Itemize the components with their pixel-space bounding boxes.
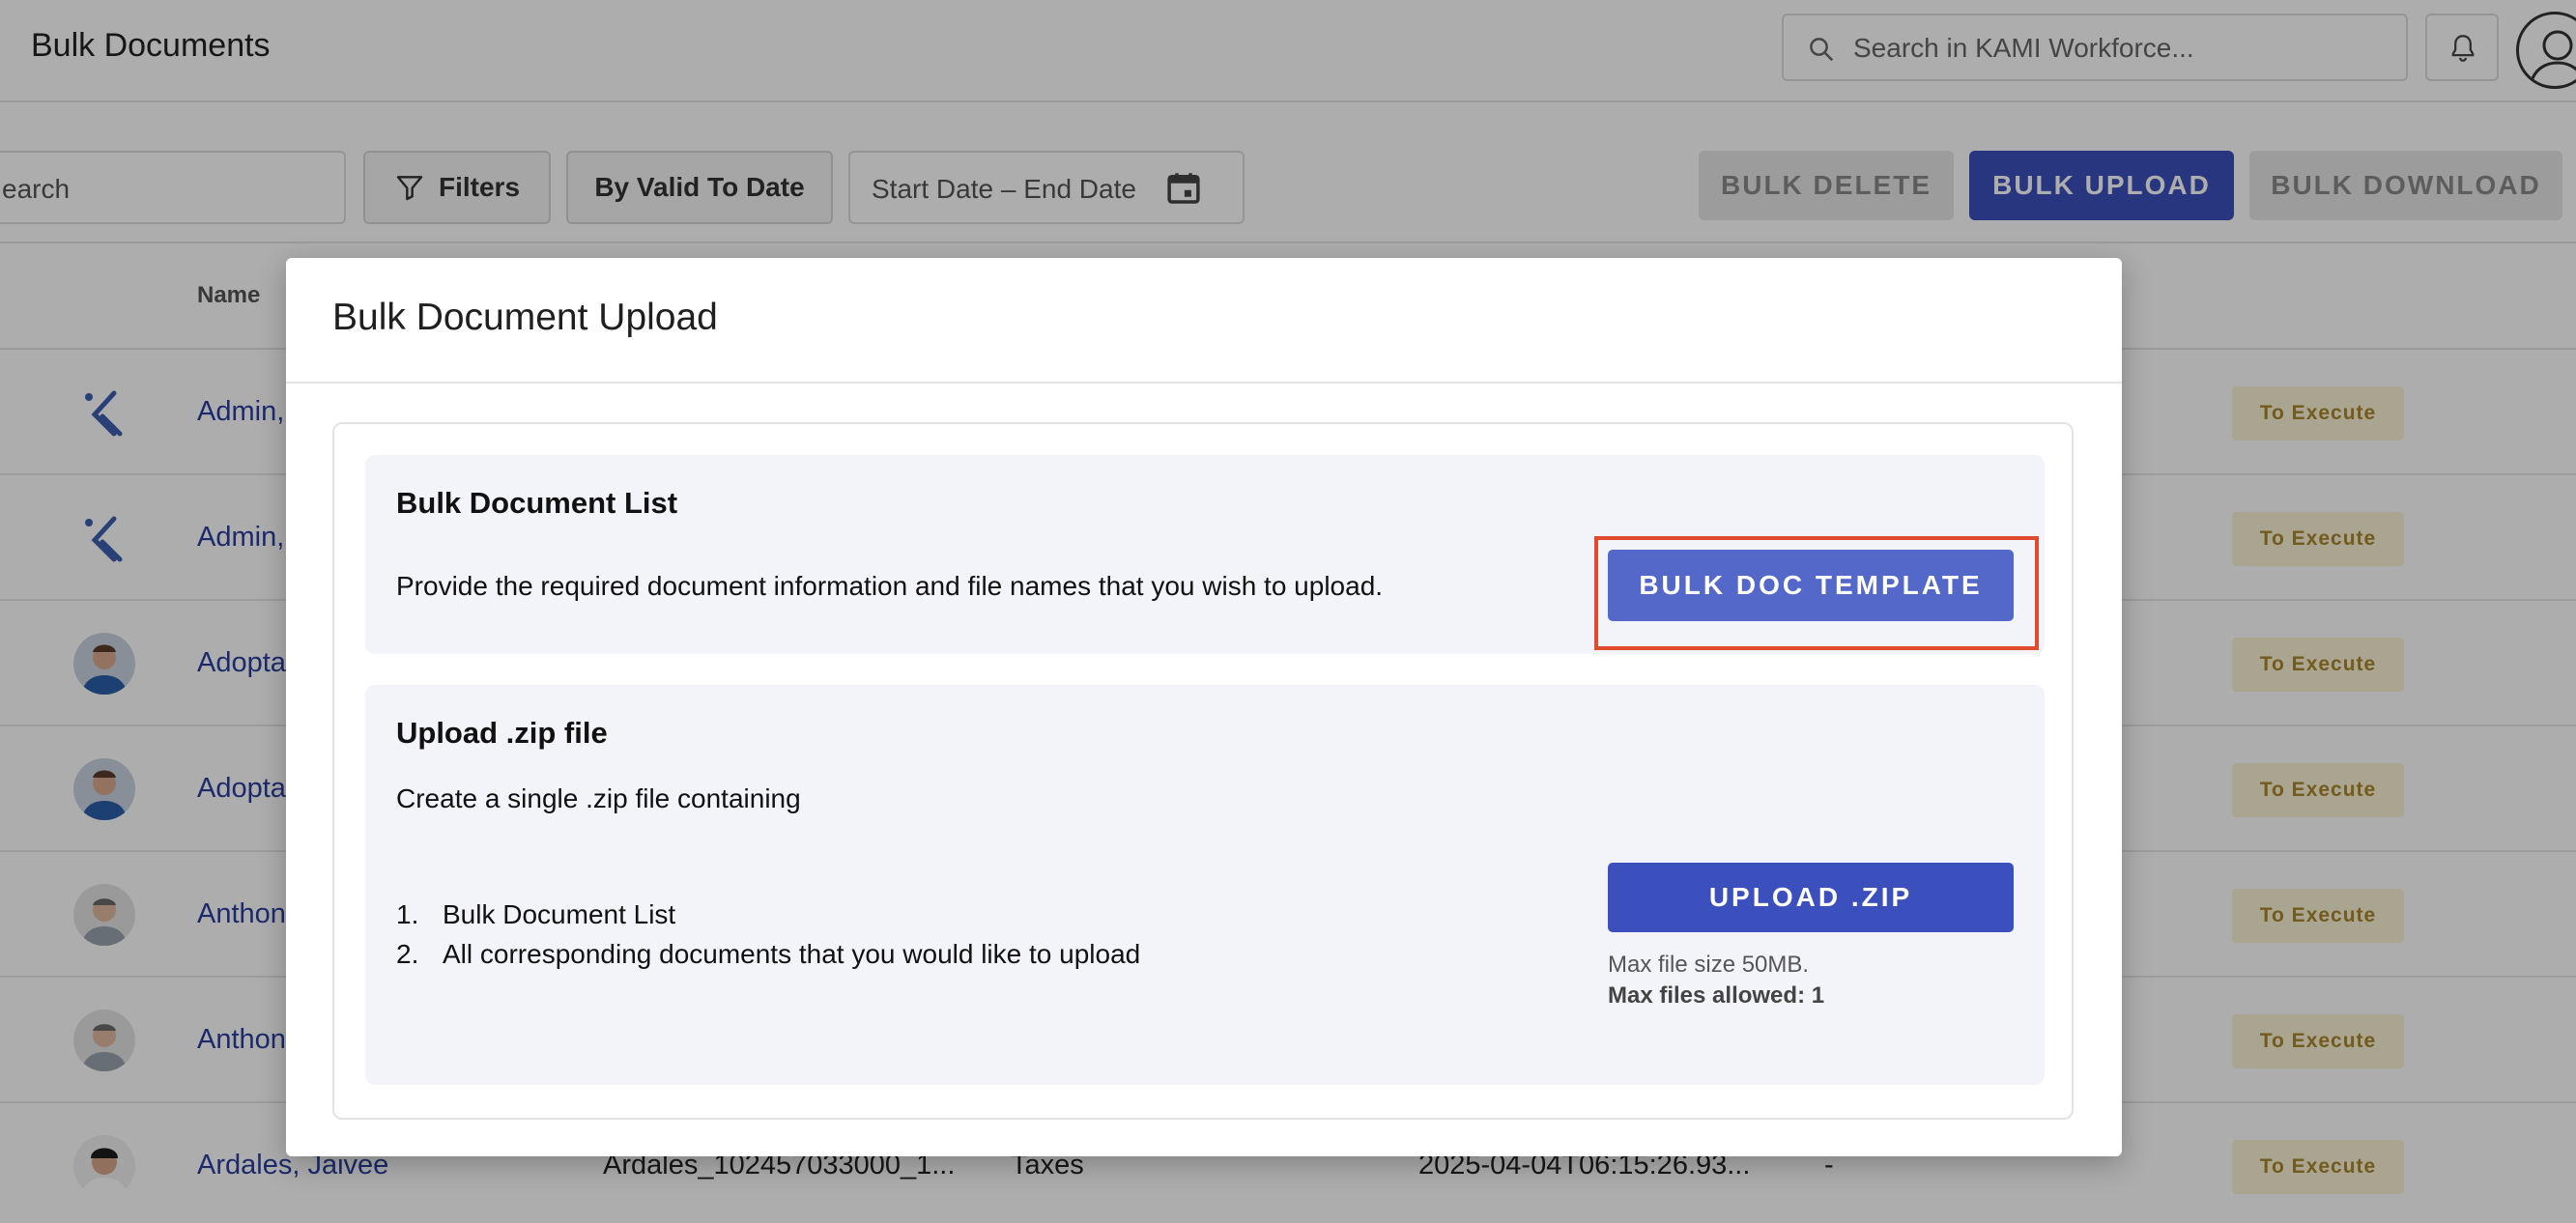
- dialog-body: Bulk Document List Provide the required …: [332, 422, 2074, 1120]
- upload-zip-panel: Upload .zip file Create a single .zip fi…: [365, 685, 2045, 1085]
- bulk-document-list-description: Provide the required document informatio…: [396, 571, 1384, 601]
- list-item: 2. All corresponding documents that you w…: [396, 939, 1140, 979]
- bulk-document-list-panel: Bulk Document List Provide the required …: [365, 455, 2045, 654]
- upload-zip-button[interactable]: UPLOAD .ZIP: [1608, 863, 2014, 932]
- max-files-hint: Max files allowed: 1: [1608, 982, 1825, 1009]
- upload-zip-description: Create a single .zip file containing: [396, 783, 801, 813]
- list-item-number: 2.: [396, 939, 419, 969]
- zip-contents-list: 1. Bulk Document List 2. All corresponding…: [396, 899, 1140, 979]
- dialog-title: Bulk Document Upload: [332, 297, 718, 338]
- upload-zip-title: Upload .zip file: [396, 716, 608, 750]
- bulk-document-list-title: Bulk Document List: [396, 486, 678, 520]
- dialog-header: Bulk Document Upload: [286, 258, 2122, 384]
- list-item: 1. Bulk Document List: [396, 899, 1140, 939]
- bulk-doc-template-button[interactable]: BULK DOC TEMPLATE: [1608, 550, 2014, 621]
- list-item-number: 1.: [396, 899, 419, 929]
- bulk-upload-dialog: Bulk Document Upload Bulk Document List …: [286, 258, 2122, 1156]
- list-item-text: Bulk Document List: [443, 899, 676, 929]
- list-item-text: All corresponding documents that you wou…: [443, 939, 1141, 969]
- max-file-size-hint: Max file size 50MB.: [1608, 952, 1810, 978]
